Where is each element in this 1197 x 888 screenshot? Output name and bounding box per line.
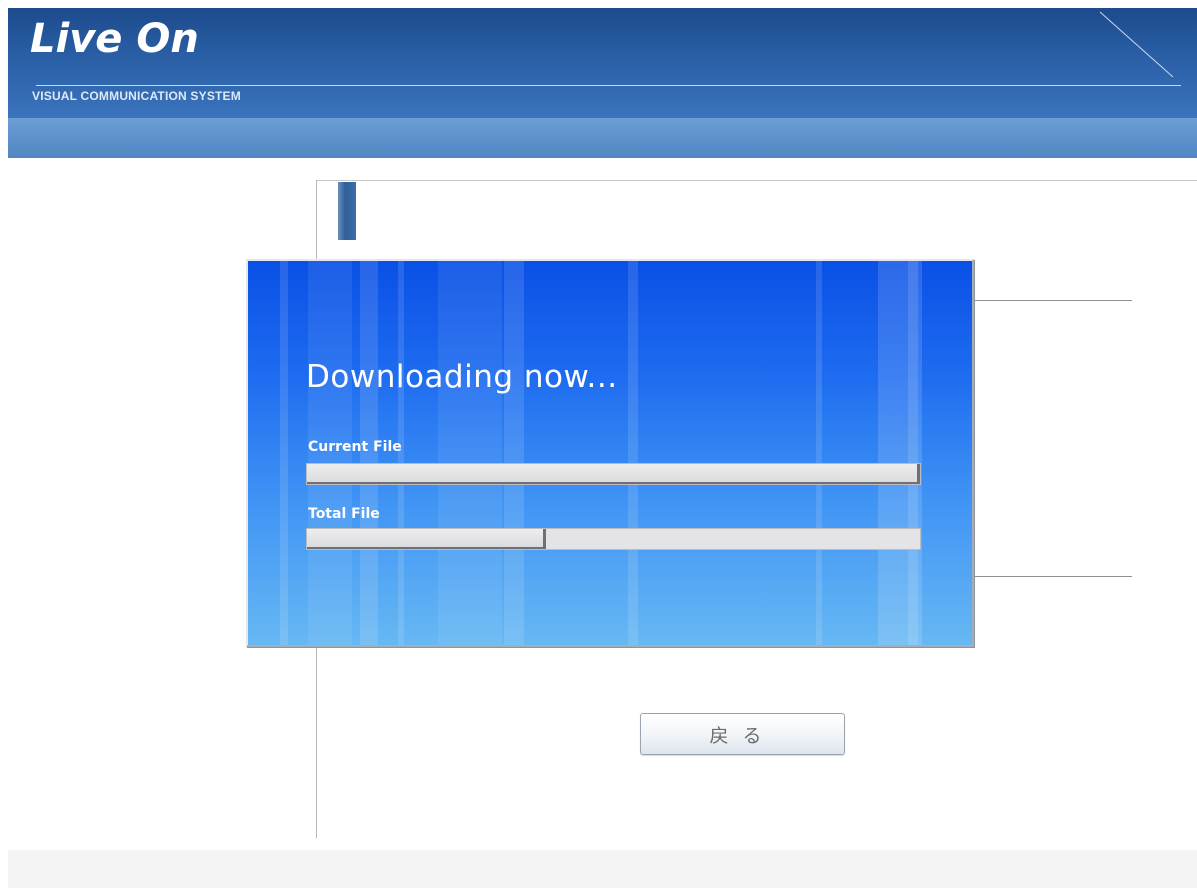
total-file-progress-bar xyxy=(306,528,921,550)
navigation-bar xyxy=(8,118,1197,158)
page-footer xyxy=(8,850,1197,888)
app-tagline: VISUAL COMMUNICATION SYSTEM xyxy=(32,89,241,103)
content-top-border xyxy=(316,180,1197,181)
current-file-progress-fill xyxy=(307,464,920,484)
content-divider xyxy=(975,576,1132,577)
download-progress-dialog: Downloading now... Current File Total Fi… xyxy=(246,259,974,647)
dialog-stripe xyxy=(504,261,524,645)
dialog-stripe xyxy=(908,261,918,645)
header-divider xyxy=(36,85,1181,86)
app-logo: Live On xyxy=(30,16,199,62)
current-file-progress-bar xyxy=(306,463,921,485)
back-button[interactable]: 戻る xyxy=(640,713,845,755)
total-file-progress-fill xyxy=(307,529,547,549)
total-file-label: Total File xyxy=(308,506,380,522)
content-divider xyxy=(975,300,1132,301)
current-file-label: Current File xyxy=(308,439,402,455)
section-title-marker xyxy=(338,182,356,240)
dialog-stripe xyxy=(628,261,638,645)
dialog-stripe xyxy=(280,261,288,645)
dialog-title: Downloading now... xyxy=(306,359,618,395)
dialog-stripe xyxy=(438,261,502,645)
dialog-stripe xyxy=(816,261,822,645)
